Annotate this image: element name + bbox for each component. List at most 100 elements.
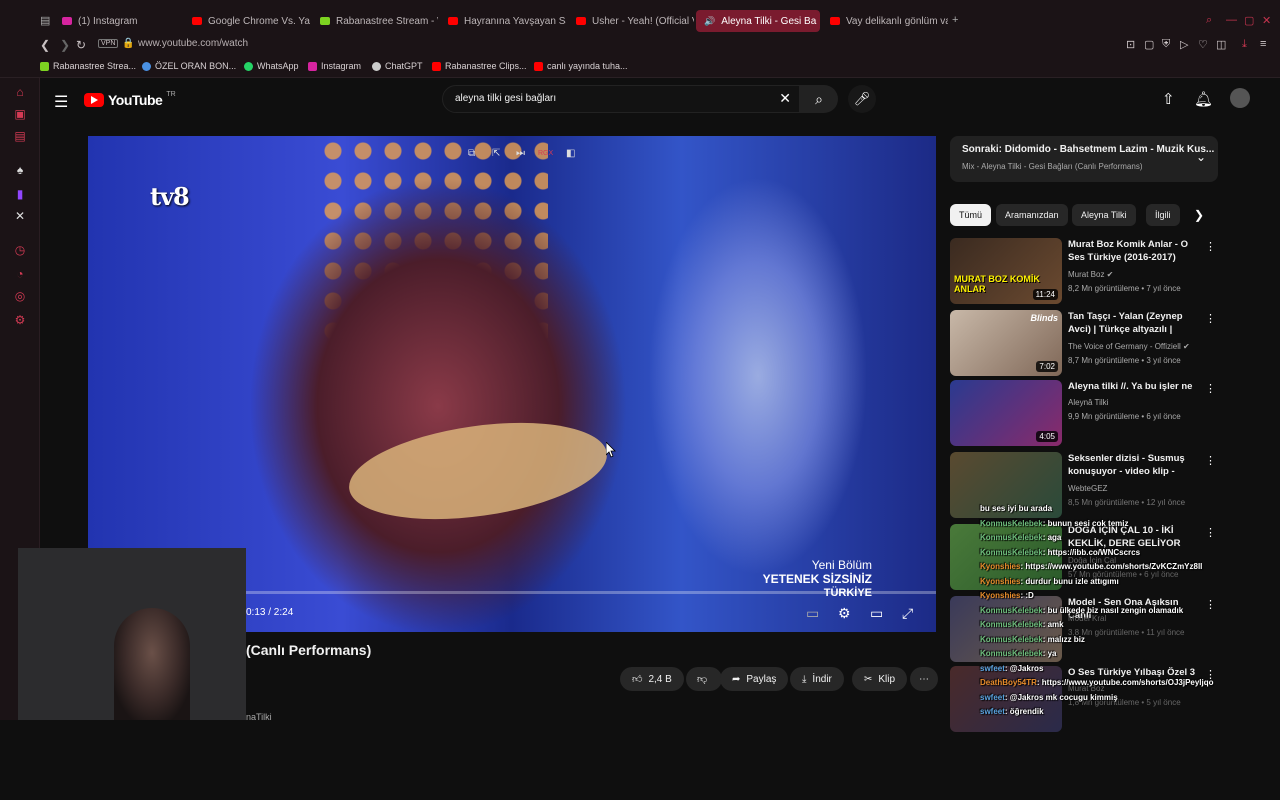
bookmark-item[interactable]: ÖZEL ORAN BON... — [142, 61, 236, 71]
chevron-down-icon[interactable]: ⌄ — [1196, 150, 1206, 164]
more-vert-icon[interactable]: ⋮ — [1205, 312, 1216, 325]
download-button[interactable]: ⤓ İndir — [790, 667, 844, 691]
video-thumbnail[interactable]: Blinds 7:02 — [950, 310, 1062, 376]
tab[interactable]: Usher - Yeah! (Official Vi — [568, 10, 694, 32]
chip-from-search[interactable]: Aramanızdan — [996, 204, 1068, 226]
mic-icon[interactable]: 🎤︎ — [848, 85, 876, 113]
settings-gear-icon[interactable]: ⚙ — [838, 605, 851, 622]
bookmark-item[interactable]: Rabanastree Strea... — [40, 61, 136, 71]
rec-title[interactable]: Tan Taşçı - Yalan (Zeynep Avci) | Türkçe… — [1068, 310, 1202, 337]
vpn-badge[interactable]: VPN — [98, 39, 119, 48]
popout-icon[interactable]: ⇱ — [492, 148, 500, 159]
app-icon[interactable]: ♠ — [12, 162, 28, 178]
bookmark-label: ChatGPT — [385, 61, 423, 71]
skip-icon[interactable]: ⏭ — [516, 148, 525, 159]
chat-message: Kyonshies: https://www.youtube.com/short… — [980, 562, 1202, 571]
bookmark-item[interactable]: ChatGPT — [372, 61, 423, 71]
rgx-badge[interactable]: RGX — [538, 150, 553, 157]
chip-aleyna-tilki[interactable]: Aleyna Tilki — [1072, 204, 1136, 226]
tab[interactable]: Google Chrome Vs. Yand — [184, 10, 310, 32]
whatsapp-icon — [244, 61, 253, 71]
chip-all[interactable]: Tümü — [950, 204, 992, 226]
more-vert-icon[interactable]: ⋮ — [1205, 454, 1216, 467]
rec-channel[interactable]: WebteGEZ — [1068, 484, 1107, 493]
forward-button[interactable]: ❯ — [60, 38, 70, 52]
news-icon[interactable]: ▤ — [12, 128, 28, 144]
more-actions-button[interactable]: ⋯ — [910, 667, 938, 691]
bookmark-item[interactable]: WhatsApp — [244, 61, 299, 71]
maximize-button[interactable]: ▢ — [1244, 14, 1254, 27]
snapshot-icon[interactable]: ▢ — [1144, 38, 1154, 51]
recommendation-item[interactable]: 4:05 Aleyna tilki //. Ya bu işler ne Ale… — [950, 380, 1220, 448]
history-icon[interactable]: ◷ — [12, 242, 28, 258]
like-button[interactable]: 👍︎ 2,4 B — [620, 667, 684, 691]
tab-menu-icon[interactable]: ▤ — [40, 14, 50, 27]
rec-title[interactable]: Murat Boz Komik Anlar - O Ses Türkiye (2… — [1068, 238, 1202, 264]
search-input[interactable]: aleyna tilki gesi bağları — [455, 93, 556, 104]
tab[interactable]: Hayranına Yavşayan Sab — [440, 10, 566, 32]
share-button[interactable]: ➦ Paylaş — [720, 667, 789, 691]
youtube-logo[interactable]: YouTube TR — [84, 91, 176, 108]
chip-related[interactable]: İlgili — [1146, 204, 1180, 226]
video-thumbnail[interactable]: MURAT BOZ KOMİK ANLAR 11:24 — [950, 238, 1062, 304]
bookmark-item[interactable]: Rabanastree Clips... — [432, 61, 527, 71]
rec-channel[interactable]: Murat Boz ✔ — [1068, 270, 1113, 279]
tab-active[interactable]: 🔊 Aleyna Tilki - Gesi Ba — [696, 10, 820, 32]
reload-button[interactable]: ↻ — [76, 38, 86, 52]
bookmark-icon[interactable]: ⊡ — [1126, 38, 1135, 51]
clip-button[interactable]: ✂ Klip — [852, 667, 908, 691]
pinboard-icon[interactable]: ◎ — [12, 288, 28, 304]
more-vert-icon[interactable]: ⋮ — [1205, 382, 1216, 395]
menu-icon[interactable]: ≡ — [1260, 38, 1266, 50]
settings-icon[interactable]: ⚙ — [12, 312, 28, 328]
close-button[interactable]: ✕ — [1262, 14, 1271, 27]
rec-channel[interactable]: Aleynâ Tilki — [1068, 398, 1108, 407]
dislike-button[interactable]: 👎︎ — [686, 667, 722, 691]
rec-channel[interactable]: The Voice of Germany - Offiziell ✔ — [1068, 342, 1190, 351]
bookmark-item[interactable]: canlı yayında tuha... — [534, 61, 628, 71]
upload-icon[interactable]: ⇧ — [1162, 90, 1175, 108]
lock-icon[interactable]: 🔒 — [122, 38, 134, 49]
rec-title[interactable]: Seksenler dizisi - Susmuş konuşuyor - vi… — [1068, 452, 1202, 479]
download-icon[interactable]: ⤓ — [1242, 38, 1247, 51]
theater-mode-icon[interactable]: ▭ — [870, 605, 883, 622]
new-tab-button[interactable]: + — [952, 14, 958, 26]
heart-icon[interactable]: ♡ — [1198, 38, 1208, 51]
pip-icon[interactable]: ⧉ — [468, 148, 475, 159]
rec-title[interactable]: Aleyna tilki //. Ya bu işler ne — [1068, 380, 1202, 393]
twitch-icon[interactable]: ▮ — [12, 186, 28, 202]
search-button[interactable]: ⌕ — [800, 85, 838, 113]
tab[interactable]: Vay delikanlı gönlüm vay — [822, 10, 948, 32]
chevron-right-icon[interactable]: ❯ — [1194, 208, 1204, 222]
channel-name[interactable]: naTilki — [246, 712, 272, 722]
show-caption-line2: YETENEK SİZSİNİZ — [762, 572, 872, 586]
bell-icon[interactable]: 🔔︎ — [1194, 90, 1213, 108]
bookmark-item[interactable]: Instagram — [308, 61, 361, 71]
tab[interactable]: Rabanastree Stream - W — [312, 10, 438, 32]
search-box[interactable]: aleyna tilki gesi bağları ✕ — [442, 85, 800, 113]
clear-search-icon[interactable]: ✕ — [779, 90, 791, 107]
video-thumbnail[interactable]: 4:05 — [950, 380, 1062, 446]
messenger-icon[interactable]: ▣ — [12, 106, 28, 122]
url-field[interactable]: www.youtube.com/watch — [138, 38, 248, 49]
up-next-panel[interactable]: Sonraki: Didomido - Bahsetmem Lazim - Mu… — [950, 136, 1218, 182]
x-icon[interactable]: ✕ — [12, 208, 28, 224]
hamburger-menu-icon[interactable]: ☰ — [54, 92, 68, 112]
chat-text: : https://ibb.co/WNCscrcs — [1042, 547, 1141, 557]
back-button[interactable]: ❮ — [40, 38, 50, 52]
more-vert-icon[interactable]: ⋮ — [1205, 240, 1216, 253]
search-tabs-icon[interactable]: ⌕ — [1206, 14, 1212, 27]
subtitles-icon[interactable]: ▭ — [806, 605, 819, 622]
avatar[interactable] — [1230, 88, 1250, 108]
player-icon[interactable]: ▷ — [1180, 38, 1188, 51]
clock-icon[interactable]: ◔ — [12, 266, 28, 282]
home-icon[interactable]: ⌂ — [12, 84, 28, 100]
recommendation-item[interactable]: MURAT BOZ KOMİK ANLAR 11:24 Murat Boz Ko… — [950, 238, 1220, 306]
fullscreen-icon[interactable]: ⤢ — [902, 605, 913, 622]
tab[interactable]: (1) Instagram — [54, 10, 184, 32]
shield-icon[interactable]: ⛨ — [1162, 38, 1170, 51]
mini-player-icon[interactable]: ◧ — [566, 148, 575, 159]
minimize-button[interactable]: — — [1226, 14, 1237, 26]
wallet-icon[interactable]: ◫ — [1216, 38, 1226, 51]
recommendation-item[interactable]: Blinds 7:02 Tan Taşçı - Yalan (Zeynep Av… — [950, 310, 1220, 378]
